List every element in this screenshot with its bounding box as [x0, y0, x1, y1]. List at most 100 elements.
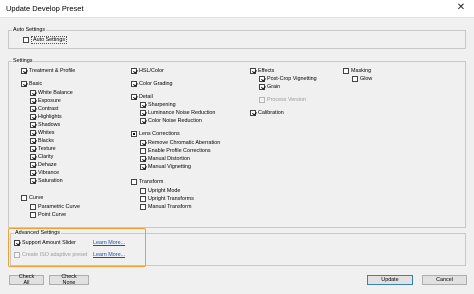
- update-button[interactable]: Update: [367, 275, 413, 285]
- checkbox-checked-icon[interactable]: [30, 114, 36, 120]
- checkbox-unchecked-icon[interactable]: [131, 179, 137, 185]
- checkbox-unchecked-icon[interactable]: [140, 196, 146, 202]
- option-manual-transform[interactable]: Manual Transform: [140, 203, 191, 211]
- check-none-button[interactable]: Check None: [49, 274, 89, 286]
- checkbox-checked-icon[interactable]: [30, 178, 36, 184]
- option-glow[interactable]: Glow: [352, 75, 372, 83]
- option-label: Lens Corrections: [139, 131, 180, 137]
- option-luminance-noise-reduction[interactable]: Luminance Noise Reduction: [140, 109, 215, 117]
- learn-more-link[interactable]: Learn More...: [93, 252, 125, 258]
- checkbox-checked-icon[interactable]: [21, 68, 27, 74]
- option-saturation[interactable]: Saturation: [30, 177, 63, 185]
- checkbox-unchecked-icon[interactable]: [140, 204, 146, 210]
- checkbox-checked-icon[interactable]: [140, 156, 146, 162]
- option-upright-transforms[interactable]: Upright Transforms: [140, 195, 194, 203]
- option-auto-settings[interactable]: Auto Settings: [23, 36, 68, 44]
- option-calibration[interactable]: Calibration: [250, 109, 284, 117]
- checkbox-checked-icon[interactable]: [30, 154, 36, 160]
- option-color-grading[interactable]: Color Grading: [131, 80, 173, 88]
- checkbox-checked-icon[interactable]: [30, 162, 36, 168]
- option-support-amount-slider[interactable]: Support Amount Slider: [14, 239, 76, 247]
- checkbox-checked-icon[interactable]: [30, 106, 36, 112]
- option-label: Auto Settings: [31, 36, 68, 44]
- option-upright-mode[interactable]: Upright Mode: [140, 187, 180, 195]
- checkbox-checked-icon[interactable]: [140, 110, 146, 116]
- option-grain[interactable]: Grain: [259, 83, 280, 91]
- checkbox-unchecked-icon[interactable]: [140, 188, 146, 194]
- option-color-noise-reduction[interactable]: Color Noise Reduction: [140, 117, 202, 125]
- checkbox-checked-icon[interactable]: [21, 81, 27, 87]
- option-lens-corrections[interactable]: Lens Corrections: [131, 130, 180, 138]
- checkbox-unchecked-icon[interactable]: [30, 204, 36, 210]
- option-transform[interactable]: Transform: [131, 178, 163, 186]
- checkbox-checked-icon[interactable]: [131, 68, 137, 74]
- option-label: Basic: [29, 81, 43, 87]
- checkbox-checked-icon[interactable]: [140, 102, 146, 108]
- option-effects[interactable]: Effects: [250, 67, 274, 75]
- option-point-curve[interactable]: Point Curve: [30, 211, 66, 219]
- option-exposure[interactable]: Exposure: [30, 97, 61, 105]
- checkbox-checked-icon[interactable]: [131, 94, 137, 100]
- option-label: Detail: [139, 94, 153, 100]
- checkbox-unchecked-icon[interactable]: [23, 37, 29, 43]
- option-remove-chromatic-aberration[interactable]: Remove Chromatic Aberration: [140, 139, 220, 147]
- option-dehaze[interactable]: Dehaze: [30, 161, 57, 169]
- option-white-balance[interactable]: White Balance: [30, 89, 73, 97]
- option-sharpening[interactable]: Sharpening: [140, 101, 176, 109]
- option-treatment-profile[interactable]: Treatment & Profile: [21, 67, 75, 75]
- checkbox-unchecked-icon[interactable]: [352, 76, 358, 82]
- option-label: HSL/Color: [139, 68, 164, 74]
- check-all-button[interactable]: Check All: [9, 274, 44, 286]
- option-manual-distortion[interactable]: Manual Distortion: [140, 155, 190, 163]
- option-texture[interactable]: Texture: [30, 145, 56, 153]
- option-detail[interactable]: Detail: [131, 93, 153, 101]
- option-contrast[interactable]: Contrast: [30, 105, 58, 113]
- checkbox-unchecked-icon[interactable]: [140, 148, 146, 154]
- option-label: Enable Profile Corrections: [148, 148, 211, 154]
- option-label: Manual Distortion: [148, 156, 190, 162]
- checkbox-checked-icon[interactable]: [30, 138, 36, 144]
- checkbox-checked-icon[interactable]: [30, 130, 36, 136]
- checkbox-checked-icon[interactable]: [131, 81, 137, 87]
- option-shadows[interactable]: Shadows: [30, 121, 60, 129]
- checkbox-checked-icon[interactable]: [14, 240, 20, 246]
- option-curve[interactable]: Curve: [21, 194, 43, 202]
- option-highlights[interactable]: Highlights: [30, 113, 62, 121]
- checkbox-checked-icon[interactable]: [140, 118, 146, 124]
- option-whites[interactable]: Whites: [30, 129, 54, 137]
- checkbox-indeterminate-icon[interactable]: [131, 131, 137, 137]
- option-basic[interactable]: Basic: [21, 80, 42, 88]
- learn-more-link[interactable]: Learn More...: [93, 240, 125, 246]
- option-enable-profile-corrections[interactable]: Enable Profile Corrections: [140, 147, 211, 155]
- option-label: Glow: [360, 76, 373, 82]
- option-masking[interactable]: Masking: [343, 67, 371, 75]
- option-hsl-color[interactable]: HSL/Color: [131, 67, 164, 75]
- checkbox-checked-icon[interactable]: [250, 68, 256, 74]
- checkbox-unchecked-icon[interactable]: [21, 195, 27, 201]
- option-label: Point Curve: [38, 212, 67, 218]
- close-icon[interactable]: ✕: [452, 1, 470, 15]
- checkbox-checked-icon[interactable]: [140, 140, 146, 146]
- checkbox-checked-icon[interactable]: [30, 122, 36, 128]
- option-label: Upright Transforms: [148, 196, 194, 202]
- option-parametric-curve[interactable]: Parametric Curve: [30, 203, 80, 211]
- option-label: Manual Vignetting: [148, 164, 192, 170]
- option-vibrance[interactable]: Vibrance: [30, 169, 59, 177]
- checkbox-checked-icon[interactable]: [250, 110, 256, 116]
- option-label: Shadows: [38, 122, 61, 128]
- checkbox-checked-icon[interactable]: [259, 84, 265, 90]
- option-label: Parametric Curve: [38, 204, 80, 210]
- option-clarity[interactable]: Clarity: [30, 153, 53, 161]
- option-blacks[interactable]: Blacks: [30, 137, 54, 145]
- checkbox-checked-icon[interactable]: [140, 164, 146, 170]
- checkbox-checked-icon[interactable]: [30, 90, 36, 96]
- checkbox-checked-icon[interactable]: [30, 170, 36, 176]
- checkbox-unchecked-icon[interactable]: [30, 212, 36, 218]
- checkbox-unchecked-icon[interactable]: [343, 68, 349, 74]
- checkbox-checked-icon[interactable]: [30, 98, 36, 104]
- option-manual-vignetting[interactable]: Manual Vignetting: [140, 163, 191, 171]
- checkbox-checked-icon[interactable]: [259, 76, 265, 82]
- checkbox-checked-icon[interactable]: [30, 146, 36, 152]
- cancel-button[interactable]: Cancel: [422, 275, 467, 285]
- option-post-crop-vignetting[interactable]: Post-Crop Vignetting: [259, 75, 317, 83]
